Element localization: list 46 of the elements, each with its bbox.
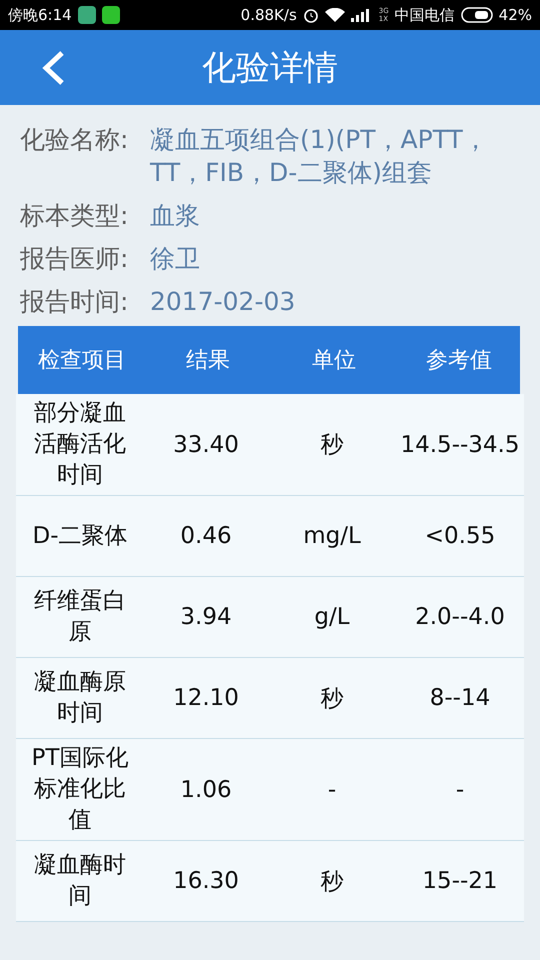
app-icon	[78, 6, 96, 24]
table-cell-text: 凝血酶原时间	[33, 668, 127, 728]
alarm-icon	[302, 7, 319, 23]
table-cell-text: 14.5--34.5	[399, 430, 521, 460]
table-cell-text: 秒	[320, 684, 344, 714]
table-cell-text: D-二聚体	[31, 522, 128, 550]
carrier-name: 中国电信	[394, 6, 455, 24]
table-cell-text: 8--14	[428, 684, 492, 713]
table-cell-text: -	[454, 776, 466, 804]
table-cell-text: 秒	[320, 868, 344, 896]
table-cell-text: 纤维蛋白原	[33, 587, 127, 647]
network-speed: 0.88K/s	[240, 6, 297, 24]
field-label: 标本类型:	[20, 200, 130, 232]
table-cell-text: g/L	[313, 603, 351, 632]
page-title: 化验详情	[202, 46, 338, 90]
table-cell-text: 凝血酶时间	[33, 851, 127, 911]
table-cell-text: 1.06	[179, 776, 233, 804]
table-cell-text: 16.30	[172, 867, 240, 896]
field-label: 化验名称:	[20, 124, 130, 156]
field-label: 报告时间:	[20, 286, 130, 318]
app-icon	[102, 6, 120, 24]
table-cell-text: PT国际化标准化比值	[30, 744, 130, 835]
field-value: 徐卫	[150, 243, 200, 275]
table-cell-text: <0.55	[424, 522, 496, 551]
field-value: 凝血五项组合(1)(PT，APTT，TT，FIB，D-二聚体)组套	[150, 124, 489, 189]
column-header: 参考值	[425, 347, 493, 375]
wifi-icon	[324, 8, 345, 22]
table-cell-text: 部分凝血活酶活化时间	[33, 399, 127, 490]
table-cell-text: 0.46	[179, 522, 233, 551]
table-cell-text: 33.40	[172, 430, 240, 460]
column-header: 检查项目	[37, 347, 127, 375]
column-header: 单位	[311, 347, 357, 375]
battery-percent: 42%	[498, 6, 532, 24]
column-header: 结果	[185, 347, 231, 375]
table-cell-text: -	[326, 776, 338, 804]
field-value: 血浆	[150, 200, 200, 232]
table-cell-text: 12.10	[172, 684, 240, 713]
battery-icon	[460, 7, 493, 23]
table-cell-text: 秒	[320, 431, 344, 460]
field-label: 报告医师:	[20, 243, 130, 275]
table-cell-text: mg/L	[302, 522, 362, 551]
status-time: 傍晚6:14	[8, 6, 72, 24]
table-cell-text: 3.94	[179, 603, 233, 632]
field-value: 2017-02-03	[150, 286, 296, 318]
table-cell-text: 15--21	[421, 867, 499, 896]
table-cell-text: 2.0--4.0	[414, 603, 506, 632]
